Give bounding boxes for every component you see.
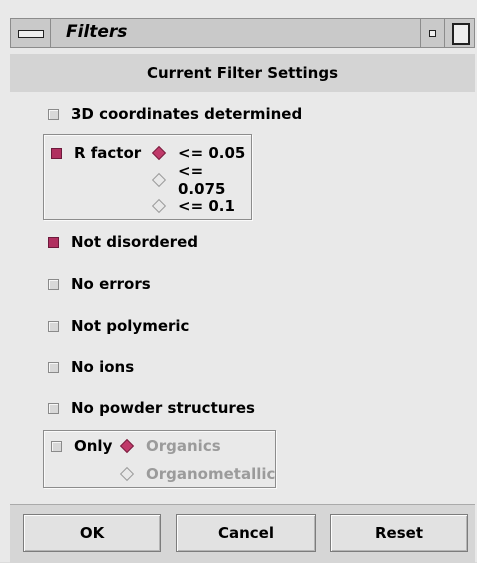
maximize-icon: [452, 23, 470, 45]
r-factor-checkbox[interactable]: [51, 147, 62, 159]
no-errors-label: No errors: [71, 275, 151, 293]
only-toggle[interactable]: Only: [51, 435, 112, 457]
coords-3d-toggle[interactable]: 3D coordinates determined: [48, 103, 302, 125]
r-factor-toggle[interactable]: R factor: [51, 142, 141, 164]
not-disordered-checkbox[interactable]: [48, 236, 59, 248]
coords-3d-label: 3D coordinates determined: [71, 105, 303, 123]
window-menu-icon: [18, 30, 44, 38]
panel-header: Current Filter Settings: [10, 54, 475, 92]
only-option-label: Organometallic: [146, 465, 276, 483]
only-option-organics[interactable]: Organics: [119, 435, 221, 457]
no-ions-toggle[interactable]: No ions: [48, 356, 134, 378]
reset-button[interactable]: Reset: [330, 514, 468, 552]
no-ions-label: No ions: [71, 358, 135, 376]
no-errors-checkbox[interactable]: [48, 278, 59, 290]
only-option-label: Organics: [146, 437, 221, 455]
not-polymeric-toggle[interactable]: Not polymeric: [48, 315, 189, 337]
r-factor-option-label: <= 0.05: [178, 144, 246, 162]
cancel-button[interactable]: Cancel: [176, 514, 316, 552]
no-ions-checkbox[interactable]: [48, 361, 59, 373]
window-menu-button[interactable]: [11, 19, 51, 47]
r-factor-option-label: <= 0.1: [178, 197, 235, 215]
only-option-organometallic[interactable]: Organometallic: [119, 463, 276, 485]
not-polymeric-label: Not polymeric: [71, 317, 190, 335]
filters-window: Filters Current Filter Settings 3D coord…: [0, 0, 477, 563]
not-polymeric-checkbox[interactable]: [48, 320, 59, 332]
no-powder-checkbox[interactable]: [48, 402, 59, 414]
coords-3d-checkbox[interactable]: [48, 108, 59, 120]
radio-diamond-icon[interactable]: [119, 466, 135, 482]
r-factor-label: R factor: [74, 144, 142, 162]
r-factor-group: R factor <= 0.05 <= 0.075 <= 0.1: [43, 134, 252, 220]
only-checkbox[interactable]: [51, 440, 62, 452]
only-group: Only Organics Organometallic: [43, 430, 276, 488]
r-factor-option-01[interactable]: <= 0.1: [151, 195, 235, 217]
ok-button[interactable]: OK: [23, 514, 161, 552]
r-factor-option-label: <= 0.075: [178, 162, 226, 198]
window-title: Filters: [66, 22, 128, 42]
radio-diamond-icon[interactable]: [119, 438, 135, 454]
not-disordered-label: Not disordered: [71, 233, 198, 251]
no-powder-toggle[interactable]: No powder structures: [48, 397, 255, 419]
radio-diamond-icon[interactable]: [151, 198, 167, 214]
no-powder-label: No powder structures: [71, 399, 255, 417]
only-label: Only: [74, 437, 113, 455]
no-errors-toggle[interactable]: No errors: [48, 273, 151, 295]
maximize-button[interactable]: [444, 19, 474, 47]
minimize-icon: [429, 30, 436, 37]
minimize-button[interactable]: [420, 19, 444, 47]
button-bar: OK Cancel Reset: [10, 504, 475, 563]
r-factor-option-005[interactable]: <= 0.05: [151, 142, 246, 164]
title-bar: Filters: [10, 18, 475, 48]
r-factor-option-0075[interactable]: <= 0.075: [151, 162, 251, 198]
radio-diamond-icon[interactable]: [151, 172, 167, 188]
not-disordered-toggle[interactable]: Not disordered: [48, 231, 198, 253]
radio-diamond-icon[interactable]: [151, 145, 167, 161]
